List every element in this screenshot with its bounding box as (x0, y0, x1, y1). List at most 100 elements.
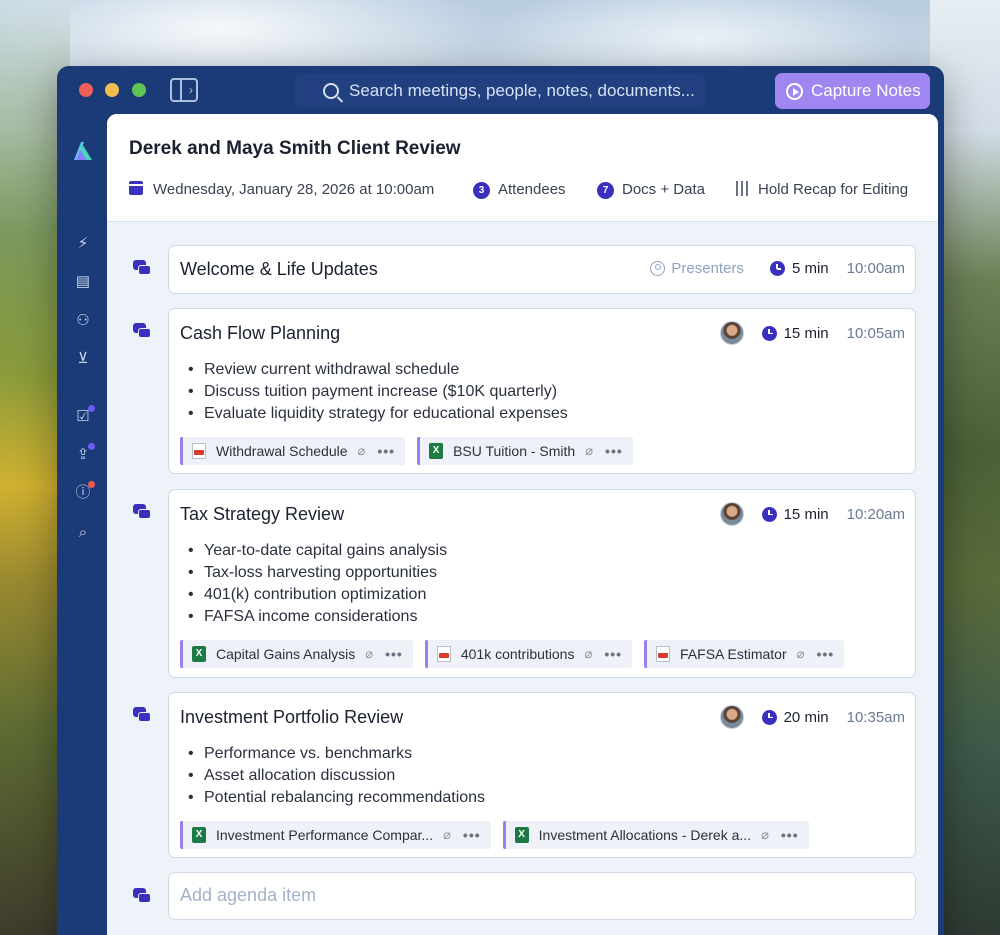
attendees-link[interactable]: 3 Attendees (473, 180, 566, 200)
search-placeholder: Search meetings, people, notes, document… (349, 81, 695, 100)
attachment-list: Capital Gains Analysis ⌀ ••• 401k contribu… (180, 640, 856, 668)
page-title: Derek and Maya Smith Client Review (129, 138, 461, 159)
agenda-item[interactable]: Tax Strategy Review 15 min 10:20am Year-… (168, 489, 916, 678)
agenda-bullet: Potential rebalancing recommendations (188, 787, 485, 809)
zoom-window-button[interactable] (132, 83, 146, 97)
agenda-duration: 20 min (783, 708, 829, 726)
agenda-bullet: FAFSA income considerations (188, 606, 447, 628)
agenda-item[interactable]: Welcome & Life Updates Presenters 5 min … (168, 245, 916, 294)
hold-recap-toggle[interactable]: Hold Recap for Editing (736, 180, 908, 200)
agenda-chat-icon (133, 888, 151, 904)
notification-dot (88, 405, 95, 412)
more-options-icon[interactable]: ••• (605, 437, 623, 465)
attachment-chip[interactable]: Investment Performance Compar... ⌀ ••• (180, 821, 491, 849)
notification-dot (88, 443, 95, 450)
agenda-bullet: Performance vs. benchmarks (188, 743, 485, 765)
attachment-chip[interactable]: 401k contributions ⌀ ••• (424, 640, 633, 668)
meeting-header: Derek and Maya Smith Client Review Wedne… (107, 114, 938, 222)
excel-file-icon (429, 443, 444, 459)
agenda-start-time: 10:00am (846, 260, 905, 277)
search-icon (323, 83, 339, 99)
agenda-item-title: Cash Flow Planning (180, 323, 341, 343)
paperclip-icon[interactable]: ⌀ (797, 640, 805, 668)
attendees-count-badge: 3 (473, 182, 490, 199)
attachment-list: Investment Performance Compar... ⌀ ••• Inv… (180, 821, 821, 849)
paperclip-icon[interactable]: ⌀ (584, 640, 592, 668)
app-logo-icon (74, 142, 92, 160)
clock-icon (761, 709, 777, 725)
more-options-icon[interactable]: ••• (781, 821, 799, 849)
nav-rail: ⚡︎ ▤ ⚇ ⊻ ☑ ⇪ ⓘ ⌕ (57, 116, 107, 935)
presenters-button[interactable]: Presenters (650, 260, 744, 277)
agenda-bullets: Year-to-date capital gains analysis Tax-… (188, 540, 447, 628)
minimize-window-button[interactable] (105, 83, 119, 97)
attachment-chip[interactable]: FAFSA Estimator ⌀ ••• (644, 640, 845, 668)
lightning-icon[interactable]: ⚡︎ (74, 235, 92, 253)
attachment-name: 401k contributions (460, 646, 575, 662)
agenda-chat-icon (133, 260, 151, 276)
play-circle-icon (786, 83, 803, 100)
paperclip-icon[interactable]: ⌀ (443, 821, 451, 849)
attachment-chip[interactable]: Capital Gains Analysis ⌀ ••• (180, 640, 413, 668)
agenda-start-time: 10:20am (846, 505, 905, 523)
agenda-bullets: Performance vs. benchmarks Asset allocat… (188, 743, 485, 809)
agenda-chat-icon (133, 323, 151, 339)
app-window: › Search meetings, people, notes, docume… (57, 66, 944, 935)
more-options-icon[interactable]: ••• (385, 640, 403, 668)
paperclip-icon[interactable]: ⌀ (585, 437, 593, 465)
attachment-name: Capital Gains Analysis (216, 646, 356, 662)
add-agenda-item-input[interactable]: Add agenda item (168, 872, 916, 920)
agenda-bullet: 401(k) contribution optimization (188, 584, 447, 606)
search-input[interactable]: Search meetings, people, notes, document… (295, 74, 705, 108)
presenter-avatar[interactable] (719, 705, 744, 729)
agenda-item-title: Tax Strategy Review (180, 504, 345, 524)
clock-icon (769, 261, 785, 276)
paperclip-icon[interactable]: ⌀ (358, 437, 366, 465)
presenter-avatar[interactable] (719, 321, 744, 345)
excel-file-icon (192, 646, 206, 662)
agenda-bullet: Evaluate liquidity strategy for educatio… (188, 403, 568, 425)
agenda-bullets: Review current withdrawal schedule Discu… (188, 359, 568, 425)
inbox-download-icon[interactable]: ⊻ (74, 350, 92, 368)
agenda-bullet: Review current withdrawal schedule (188, 359, 568, 381)
alert-dot (88, 481, 95, 488)
attachment-list: Withdrawal Schedule ⌀ ••• BSU Tuition - Sm… (180, 437, 645, 465)
capture-notes-button[interactable]: Capture Notes (775, 73, 930, 109)
search-icon[interactable]: ⌕ (74, 524, 92, 542)
agenda-item[interactable]: Cash Flow Planning 15 min 10:05am Review… (168, 308, 916, 474)
docs-data-link[interactable]: 7 Docs + Data (597, 180, 705, 200)
attachment-chip[interactable]: Withdrawal Schedule ⌀ ••• (180, 437, 406, 465)
meeting-date-text: Wednesday, January 28, 2026 at 10:00am (153, 181, 435, 198)
paperclip-icon[interactable]: ⌀ (761, 821, 769, 849)
agenda-duration: 5 min (791, 260, 829, 277)
agenda-bullet: Tax-loss harvesting opportunities (188, 562, 447, 584)
agenda-item-title: Welcome & Life Updates (180, 259, 378, 279)
agenda-item[interactable]: Investment Portfolio Review 20 min 10:35… (168, 692, 916, 858)
document-upload-icon[interactable]: ▤ (74, 273, 92, 291)
attachment-name: Investment Performance Compar... (216, 827, 434, 843)
close-window-button[interactable] (79, 83, 93, 97)
attachment-chip[interactable]: BSU Tuition - Smith ⌀ ••• (417, 437, 633, 465)
presenters-label: Presenters (671, 260, 744, 277)
calendar-icon (129, 181, 143, 195)
clock-icon (761, 506, 777, 522)
more-options-icon[interactable]: ••• (377, 437, 395, 465)
hold-recap-label: Hold Recap for Editing (758, 181, 909, 198)
more-options-icon[interactable]: ••• (463, 821, 481, 849)
attachment-name: Investment Allocations - Derek a... (538, 827, 752, 843)
attendees-label: Attendees (498, 181, 566, 198)
agenda-duration: 15 min (783, 324, 829, 342)
attachment-name: BSU Tuition - Smith (453, 443, 576, 459)
agenda-start-time: 10:35am (846, 708, 905, 726)
people-icon[interactable]: ⚇ (74, 312, 92, 330)
agenda-start-time: 10:05am (846, 324, 905, 342)
excel-file-icon (192, 827, 206, 843)
paperclip-icon[interactable]: ⌀ (365, 640, 373, 668)
docs-label: Docs + Data (622, 181, 705, 198)
sidebar-toggle-icon[interactable]: › (170, 78, 198, 102)
attachment-chip[interactable]: Investment Allocations - Derek a... ⌀ ••• (502, 821, 809, 849)
more-options-icon[interactable]: ••• (816, 640, 834, 668)
agenda-bullet: Asset allocation discussion (188, 765, 485, 787)
presenter-avatar[interactable] (719, 502, 744, 526)
more-options-icon[interactable]: ••• (604, 640, 622, 668)
